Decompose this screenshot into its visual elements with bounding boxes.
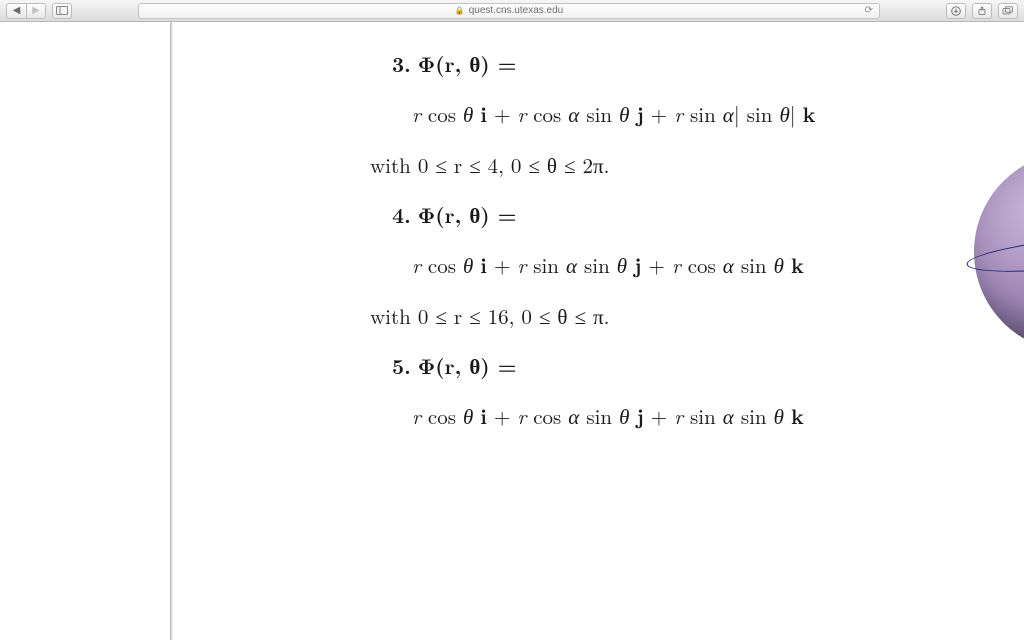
- item-3-phi: Φ(r, θ) =: [418, 49, 517, 79]
- forward-button[interactable]: ▶: [26, 3, 46, 19]
- item-5-phi: Φ(r, θ) =: [418, 351, 517, 381]
- url-text: quest.cns.utexas.edu: [469, 5, 564, 16]
- item-5-expression: r cos θ i + r cos α sin θ j + r sin α si…: [370, 402, 964, 430]
- tabs-button[interactable]: [998, 3, 1018, 19]
- reload-icon[interactable]: ⟳: [865, 5, 873, 16]
- item-5-number: 5.: [392, 351, 411, 381]
- back-button[interactable]: ◀: [6, 3, 26, 19]
- item-4-number: 4.: [392, 200, 411, 230]
- item-5-head: 5. Φ(r, θ) =: [370, 352, 964, 380]
- item-4-phi: Φ(r, θ) =: [418, 200, 517, 230]
- item-4-head: 4. Φ(r, θ) =: [370, 201, 964, 229]
- address-bar[interactable]: 🔒 quest.cns.utexas.edu ⟳: [138, 3, 880, 19]
- sheet-shadow: [170, 22, 173, 640]
- item-3-number: 3.: [392, 49, 411, 79]
- item-4-domain: with 0 ≤ r ≤ 16, 0 ≤ θ ≤ π.: [370, 302, 964, 330]
- page-gutter-left: [0, 22, 170, 640]
- item-3-domain: with 0 ≤ r ≤ 4, 0 ≤ θ ≤ 2π.: [370, 151, 964, 179]
- item-4-expression: r cos θ i + r sin α sin θ j + r cos α si…: [370, 251, 964, 279]
- share-button[interactable]: [972, 3, 992, 19]
- downloads-button[interactable]: [946, 3, 966, 19]
- lock-icon: 🔒: [455, 6, 465, 15]
- sidebar-toggle-button[interactable]: [52, 3, 72, 19]
- nav-back-forward: ◀ ▶: [6, 3, 46, 19]
- page-viewport: 3. Φ(r, θ) = r cos θ i + r cos α sin θ j…: [0, 22, 1024, 640]
- browser-toolbar: ◀ ▶ 🔒 quest.cns.utexas.edu ⟳: [0, 0, 1024, 22]
- toolbar-right-group: [946, 3, 1018, 19]
- item-3-head: 3. Φ(r, θ) =: [370, 50, 964, 78]
- math-content: 3. Φ(r, θ) = r cos θ i + r cos α sin θ j…: [370, 50, 964, 453]
- item-3-expression: r cos θ i + r cos α sin θ j + r sin α| s…: [370, 100, 964, 128]
